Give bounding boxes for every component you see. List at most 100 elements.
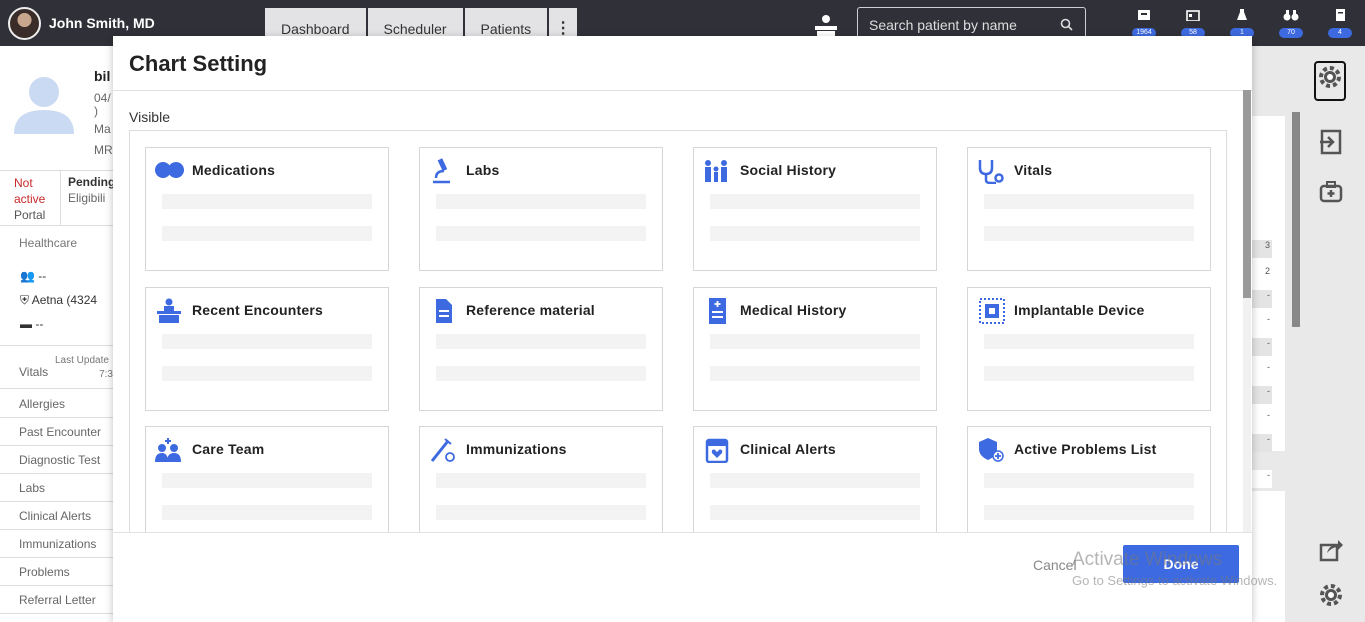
gear-icon [1319,66,1341,88]
widget-card-implantable-device[interactable]: Implantable Device [967,287,1211,411]
widget-card-medications[interactable]: Medications [145,147,389,271]
dialog-scrollbar-thumb[interactable] [1243,90,1251,298]
activate-windows-watermark: Activate Windows Go to Settings to activ… [1072,549,1277,588]
widget-card-labs[interactable]: Labs [419,147,663,271]
sidebar-item-problems[interactable]: Problems [0,558,113,586]
widget-card-medical-history[interactable]: Medical History [693,287,937,411]
placeholder-bar [436,194,646,209]
watermark-title: Activate Windows [1072,549,1222,570]
printer-icon: ▬ [20,317,32,331]
calendar-heart-icon [705,438,729,463]
patient-gender: Ma [94,122,111,136]
reception-desk-icon[interactable] [813,14,839,38]
insurance-row[interactable]: ⛨ Aetna (4324 [20,293,97,308]
background-card: 3 2 - - - - - - - - [1252,116,1285,488]
document-icon [436,299,452,323]
insurance-value: Aetna (4324 [31,293,98,307]
team-icon [155,438,181,462]
patient-age: ) [94,104,98,118]
lab-icon [1237,9,1247,20]
inbox-icon [1138,10,1150,20]
binoculars-count-badge: 70 [1279,28,1303,38]
widget-card-clinical-alerts[interactable]: Clinical Alerts [693,426,937,532]
search-icon[interactable] [1060,18,1073,31]
widget-title: Labs [466,162,500,178]
eligibility-status: Pending [68,175,116,189]
healthcare-label: Healthcare [19,236,78,250]
medical-record-icon [709,298,726,324]
lab-stat[interactable]: 1 [1228,8,1256,38]
family-icon [705,160,727,182]
chart-settings-button[interactable] [1314,61,1346,101]
calendar-icon [1186,10,1200,22]
people-icon: 👥 [20,269,35,283]
sidebar-item-diagnostic-test[interactable]: Diagnostic Test [0,446,113,474]
widget-card-reference-material[interactable]: Reference material [419,287,663,411]
background-cell: - [1252,470,1272,488]
widget-card-immunizations[interactable]: Immunizations [419,426,663,532]
widget-title: Care Team [192,441,265,457]
portal-status: Not active [14,176,46,206]
background-cell: - [1252,386,1272,404]
chip-icon [979,298,1005,324]
patient-name[interactable]: bil [94,68,110,84]
placeholder-bar [162,334,372,349]
sidebar-item-clinical-alerts[interactable]: Clinical Alerts [0,502,113,530]
pharmacy-value: -- [35,317,44,331]
placeholder-bar [710,194,920,209]
vitals-update-time: 7:3 [99,369,113,380]
medical-kit-icon[interactable] [1316,177,1346,207]
cancel-button[interactable]: Cancel [1033,557,1077,573]
calendar-stat[interactable]: 58 [1179,8,1207,38]
background-scrollbar[interactable] [1292,112,1300,327]
widget-card-recent-encounters[interactable]: Recent Encounters [145,287,389,411]
binoculars-stat[interactable]: 70 [1277,8,1305,38]
sidebar-item-immunizations[interactable]: Immunizations [0,530,113,558]
dialog-scrollbar[interactable] [1243,90,1251,532]
background-cell: - [1252,290,1272,308]
pharmacy-row: ▬ -- [20,317,43,331]
inbox-stat[interactable]: 1964 [1130,8,1158,38]
patient-avatar-icon [14,77,74,134]
widget-title: Social History [740,162,837,178]
widget-title: Reference material [466,302,595,318]
syringe-icon [430,438,455,462]
background-cell: 2 [1252,266,1272,284]
placeholder-bar [984,334,1194,349]
sidebar-item-referral-letter[interactable]: Referral Letter [0,586,113,614]
widget-card-social-history[interactable]: Social History [693,147,937,271]
background-cell: - [1252,362,1272,380]
sidebar-item-allergies[interactable]: Allergies [0,390,113,418]
widget-card-care-team[interactable]: Care Team [145,426,389,532]
exit-to-app-icon[interactable] [1316,127,1346,157]
notebook-count-badge: 4 [1328,28,1352,38]
vitals-update-label: Last Update [55,355,109,366]
settings-gear-icon[interactable] [1316,580,1346,610]
watermark-subtitle: Go to Settings to activate Windows. [1072,573,1278,588]
placeholder-bar [436,226,646,241]
placeholder-bar [436,505,646,520]
placeholder-bar [984,473,1194,488]
notebook-stat[interactable]: 4 [1326,8,1354,38]
placeholder-bar [436,473,646,488]
chart-setting-dialog: Chart Setting Visible Medications Labs S… [113,36,1252,622]
user-avatar[interactable] [8,7,41,40]
right-background-panel: 3 2 - - - - - - - - [1252,46,1365,622]
widget-card-active-problems-list[interactable]: Active Problems List [967,426,1211,532]
share-icon[interactable] [1316,535,1346,565]
binoculars-icon [1283,10,1299,21]
healthcare-provider-row: 👥 -- [20,269,46,283]
user-name[interactable]: John Smith, MD [49,15,155,31]
background-cell: - [1252,434,1272,452]
sidebar-item-labs[interactable]: Labs [0,474,113,502]
placeholder-bar [162,366,372,381]
widget-title: Implantable Device [1014,302,1145,318]
sidebar-item-past-encounter[interactable]: Past Encounter [0,418,113,446]
status-divider [60,170,61,226]
widget-title: Immunizations [466,441,567,457]
placeholder-bar [710,505,920,520]
vitals-last-update: Last Update 7:3 [55,354,113,382]
placeholder-bar [710,334,920,349]
placeholder-bar [984,505,1194,520]
widget-card-vitals[interactable]: Vitals [967,147,1211,271]
